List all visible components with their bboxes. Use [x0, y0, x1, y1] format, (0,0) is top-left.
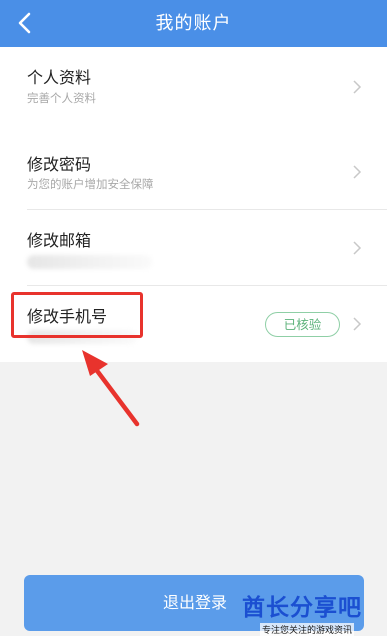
watermark-logo: 酋长分享吧 专注您关注的游戏资讯 — [242, 588, 387, 636]
watermark-title: 酋长分享吧 — [242, 595, 362, 621]
red-arrow-annotation — [82, 350, 140, 427]
watermark-subtitle: 专注您关注的游戏资讯 — [260, 623, 355, 636]
logout-label: 退出登录 — [163, 593, 228, 612]
